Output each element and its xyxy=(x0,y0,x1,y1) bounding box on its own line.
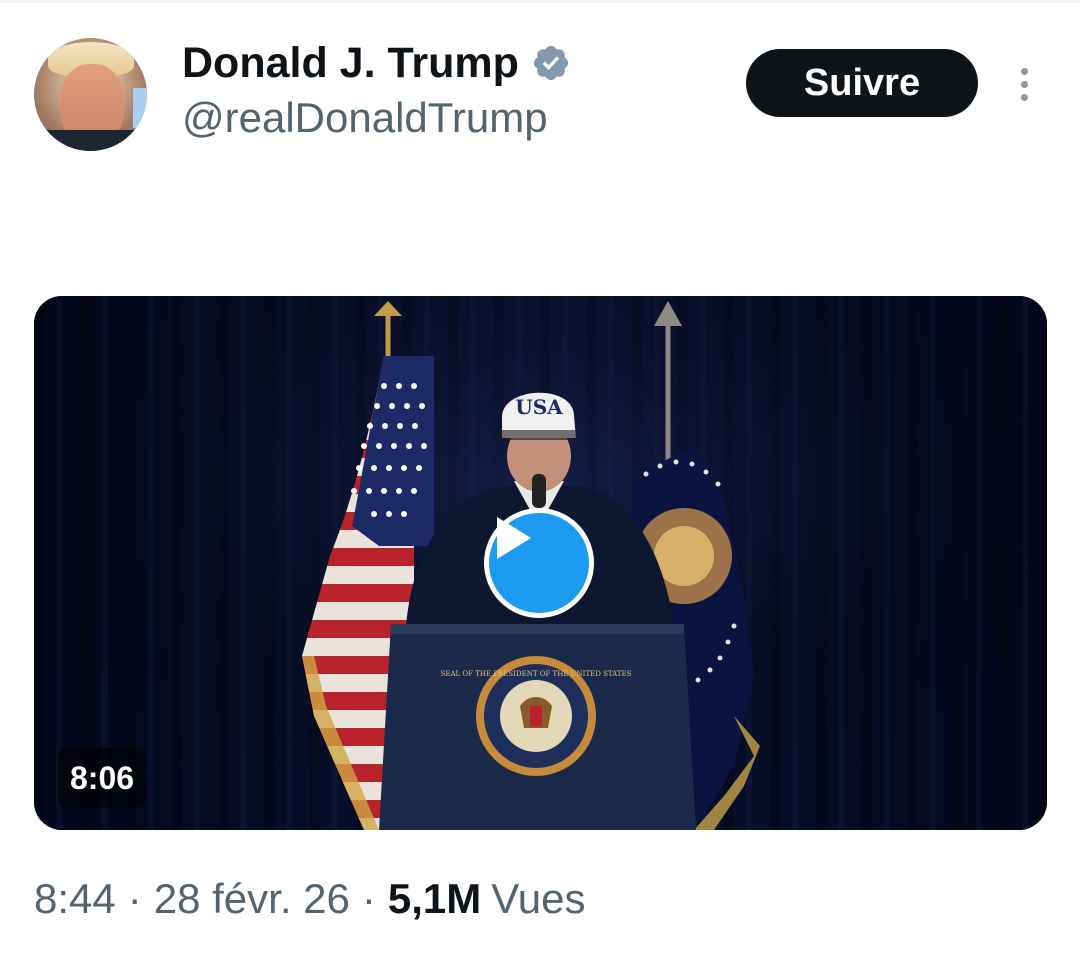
more-options-icon[interactable] xyxy=(1008,62,1040,106)
tweet-date[interactable]: 28 févr. 26 xyxy=(154,875,350,923)
author-handle[interactable]: @realDonaldTrump xyxy=(182,94,548,142)
tweet-time[interactable]: 8:44 xyxy=(34,875,116,923)
views-label: Vues xyxy=(491,875,586,922)
play-button[interactable] xyxy=(484,508,594,618)
tweet-meta: 8:44 · 28 févr. 26 · 5,1M Vues xyxy=(34,872,585,926)
video-duration-badge: 8:06 xyxy=(58,748,147,808)
separator-dot: · xyxy=(127,875,142,922)
views-count: 5,1M xyxy=(387,875,482,922)
top-divider xyxy=(0,0,1080,3)
author-name-row: Donald J. Trump xyxy=(182,38,571,88)
verified-badge-icon xyxy=(533,45,568,81)
author-name[interactable]: Donald J. Trump xyxy=(182,39,519,88)
video-player[interactable]: USA SEAL OF THE PRESIDENT OF THE UNITED … xyxy=(34,296,1047,830)
separator-dot: · xyxy=(361,875,376,922)
follow-button[interactable]: Suivre xyxy=(746,49,978,117)
seal-text: SEAL OF THE PRESIDENT OF THE UNITED STAT… xyxy=(441,670,632,678)
play-icon xyxy=(497,517,531,559)
avatar[interactable] xyxy=(34,38,147,151)
cap-text: USA xyxy=(515,395,563,419)
